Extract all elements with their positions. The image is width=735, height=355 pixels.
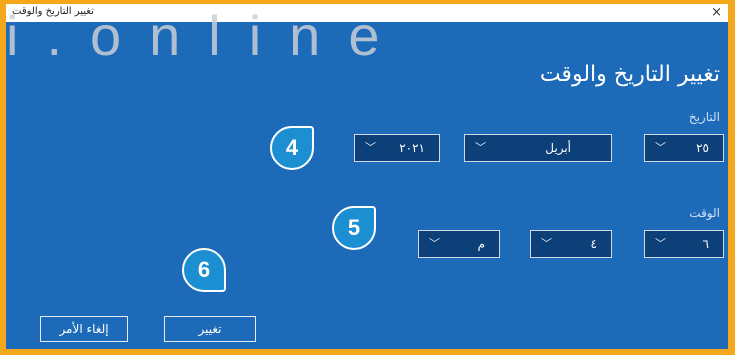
hour-value: ٦ (702, 237, 709, 251)
callout-badge: 5 (332, 206, 376, 250)
date-time-window: تغيير التاريخ والوقت × i.online تغيير ال… (6, 4, 728, 349)
chevron-down-icon: ﹀ (475, 141, 486, 154)
hour-dropdown[interactable]: ٦ ﹀ (644, 230, 724, 258)
chevron-down-icon: ﹀ (655, 237, 666, 250)
month-value: أبريل (545, 141, 571, 155)
change-button[interactable]: تغيير (164, 316, 256, 342)
callout-badge: 4 (270, 126, 314, 170)
day-dropdown[interactable]: ٢٥ ﹀ (644, 134, 724, 162)
page-title: تغيير التاريخ والوقت (539, 62, 720, 87)
date-label: التاريخ (688, 110, 720, 124)
year-value: ٢٠٢١ (399, 141, 425, 155)
watermark: i.online (6, 4, 408, 67)
chevron-down-icon: ﹀ (429, 237, 440, 250)
cancel-button[interactable]: إلغاء الأمر (40, 316, 128, 342)
period-dropdown[interactable]: م ﹀ (418, 230, 500, 258)
year-dropdown[interactable]: ٢٠٢١ ﹀ (354, 134, 440, 162)
month-dropdown[interactable]: أبريل ﹀ (464, 134, 612, 162)
close-button[interactable]: × (711, 5, 722, 21)
minute-value: ٤ (590, 237, 597, 251)
callout-badge: 6 (182, 248, 226, 292)
minute-dropdown[interactable]: ٤ ﹀ (530, 230, 612, 258)
period-value: م (477, 237, 485, 251)
day-value: ٢٥ (696, 141, 709, 155)
chevron-down-icon: ﹀ (365, 141, 376, 154)
chevron-down-icon: ﹀ (655, 141, 666, 154)
chevron-down-icon: ﹀ (541, 237, 552, 250)
time-label: الوقت (689, 206, 720, 220)
